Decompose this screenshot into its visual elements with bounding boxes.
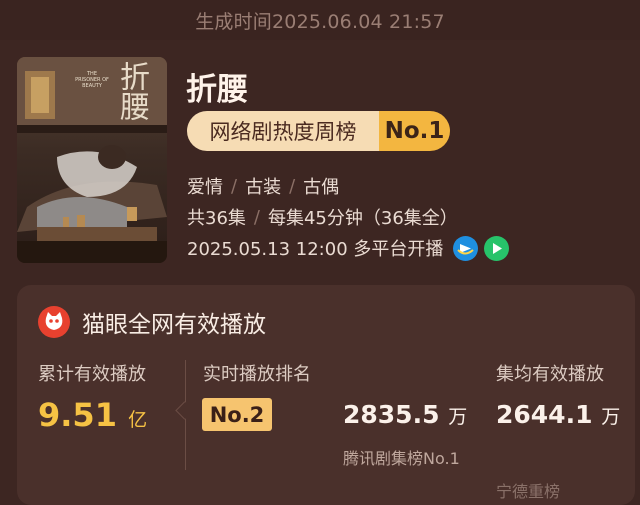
realtime-rank-chip[interactable]: No.2 (202, 398, 272, 431)
generated-time-bar: 生成时间2025.06.04 21:57 (0, 0, 640, 40)
premiere-time: 2025.05.13 12:00 多平台开播 (187, 239, 444, 260)
per-episode-play-label: 集均有效播放 (496, 364, 604, 385)
per-episode-note: 宁德重榜 (496, 482, 561, 501)
generated-time: 生成时间2025.06.04 21:57 (195, 10, 445, 33)
premiere-info: 2025.05.13 12:00 多平台开播 (187, 235, 510, 261)
info-separator: / (253, 206, 260, 228)
cumulative-play-unit: 亿 (128, 409, 148, 431)
per-episode-play-value: 2644.1 万 (496, 400, 620, 429)
weekly-heat-rank-badge[interactable]: 网络剧热度周榜 No.1 (187, 111, 450, 151)
drama-poster[interactable]: 折腰 THE PRISONER OF BEAUTY (17, 57, 167, 263)
maoyan-cat-icon (38, 306, 70, 338)
rank-badge-label: 网络剧热度周榜 (187, 111, 379, 151)
iqiyi-play-icon[interactable] (484, 235, 510, 261)
cumulative-play-label: 累计有效播放 (38, 364, 146, 385)
poster-subtitle-text: THE PRISONER OF BEAUTY (75, 71, 109, 89)
rank-badge-value: No.1 (379, 111, 450, 151)
episode-count: 共36集 (187, 208, 246, 229)
stats-card-title: 猫眼全网有效播放 (82, 312, 266, 338)
genre-tags: 爱情 / 古装 / 古偶 (187, 173, 339, 199)
genre-tag: 古装 (245, 177, 282, 198)
cumulative-play-value: 9.51 亿 (38, 396, 147, 434)
tencent-video-icon[interactable] (453, 235, 479, 261)
realtime-play-unit: 万 (448, 406, 468, 428)
tag-separator: / (231, 175, 238, 197)
episode-duration: 每集45分钟（36集全） (267, 208, 458, 229)
stats-card-header: 猫眼全网有效播放 (38, 305, 266, 339)
tag-separator: / (289, 175, 296, 197)
episode-info: 共36集 / 每集45分钟（36集全） (187, 204, 458, 230)
per-episode-play-number: 2644.1 (496, 400, 593, 429)
realtime-play-value: 2835.5 万 (343, 400, 467, 429)
genre-tag: 古偶 (303, 177, 340, 198)
genre-tag: 爱情 (187, 177, 223, 198)
poster-title-text: 折腰 (114, 61, 149, 121)
realtime-rank-label: 实时播放排名 (203, 364, 311, 385)
realtime-play-number: 2835.5 (343, 400, 440, 429)
cumulative-play-number: 9.51 (38, 396, 117, 434)
per-episode-play-unit: 万 (601, 406, 621, 428)
drama-title[interactable]: 折腰 (186, 64, 248, 109)
realtime-rank-note: 腾讯剧集榜No.1 (343, 449, 460, 468)
